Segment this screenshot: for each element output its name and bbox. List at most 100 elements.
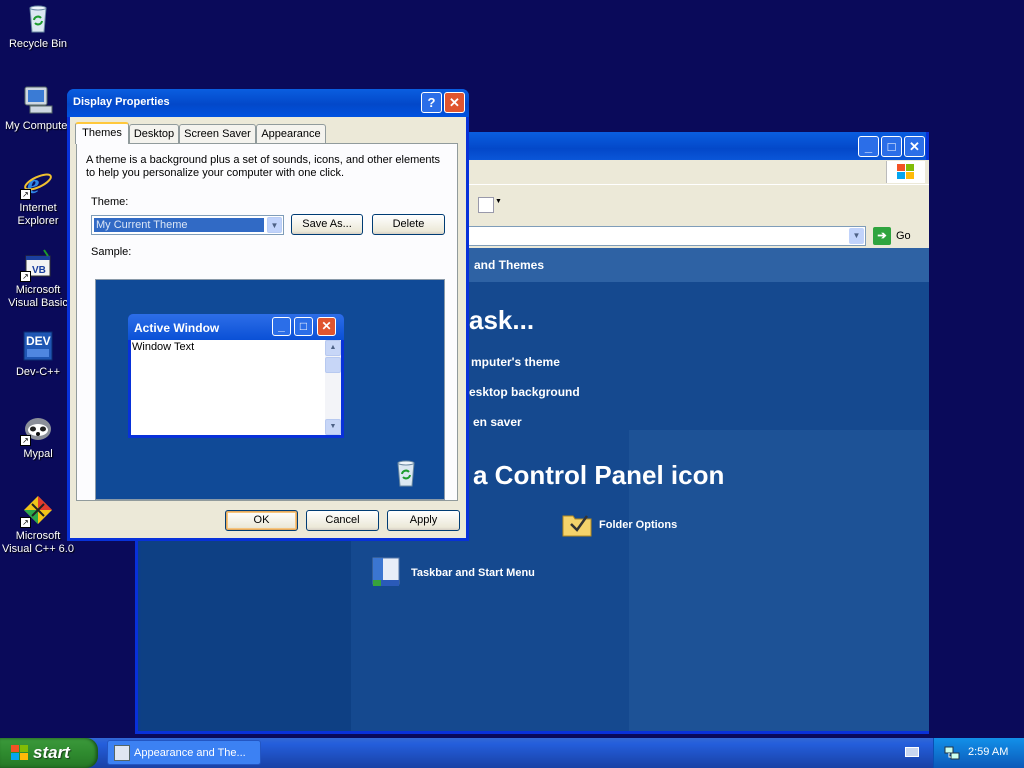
visual-cpp-icon: ↗ [20,494,54,528]
pick-icon-heading: a Control Panel icon [473,460,725,490]
scroll-up-icon: ▲ [325,340,341,356]
internet-explorer-icon: e ↗ [20,166,54,200]
start-label: start [33,743,70,762]
close-icon: ✕ [449,95,460,110]
menu-bar [468,160,929,184]
task-link-screen-saver[interactable]: en saver [473,415,522,429]
close-button[interactable]: ✕ [904,136,925,157]
dropdown-arrow-icon: ▼ [495,198,502,205]
desktop-icon-label: Microsoft Visual Basic 6.0 [8,284,68,309]
views-icon [478,197,494,213]
sample-window-title: Active Window [134,321,220,335]
taskbar: start Appearance and The... 2:59 AM [0,738,1024,768]
scroll-thumb [325,357,341,373]
keyboard-icon[interactable] [905,747,919,757]
tab-themes[interactable]: Themes [75,122,129,144]
save-as-button[interactable]: Save As... [291,214,363,235]
views-button[interactable]: ▼ [476,193,502,215]
control-panel-icon [114,745,130,761]
desktop-icon-label: Recycle Bin [8,38,68,50]
desktop-icon-mypal[interactable]: ↗ Mypal [0,412,76,461]
taskbar-start-menu-label: Taskbar and Start Menu [411,567,535,579]
tab-appearance[interactable]: Appearance [256,124,326,143]
my-computer-icon [22,84,54,116]
control-panel-item-folder-options[interactable]: Folder Options [561,510,721,540]
pick-task-heading: ask... [469,305,535,335]
svg-text:DEV: DEV [26,334,51,348]
address-bar: ▼ ➔ Go [468,224,929,248]
desktop-icon-recycle-bin[interactable]: Recycle Bin [0,2,76,51]
taskbar-button-appearance[interactable]: Appearance and The... [107,740,261,765]
recycle-bin-icon [392,458,420,491]
desktop-icon-dev-cpp[interactable]: DEV Dev-C++ [0,330,76,379]
help-button[interactable]: ? [421,92,442,113]
minimize-button[interactable]: _ [858,136,879,157]
chevron-down-icon[interactable]: ▼ [267,217,282,233]
go-arrow-icon: ➔ [873,227,891,245]
desktop-icon-label: Mypal [23,448,53,460]
windows-logo-icon [886,161,925,183]
sample-window-titlebar: Active Window _ □ ✕ [128,314,344,340]
desktop-icon-visual-basic[interactable]: VB ↗ Microsoft Visual Basic 6.0 [0,248,76,310]
windows-logo-icon [10,744,30,767]
taskbar-start-menu-icon [371,556,403,591]
task-link-theme[interactable]: mputer's theme [471,355,560,369]
sample-label: Sample: [91,246,132,258]
mypal-icon: ↗ [20,412,54,446]
visual-basic-icon: VB ↗ [20,248,54,282]
tab-screen-saver[interactable]: Screen Saver [179,124,256,143]
system-tray: 2:59 AM [933,738,1024,768]
network-icon[interactable] [944,745,960,764]
control-panel-item-taskbar[interactable]: Taskbar and Start Menu [371,556,571,590]
cancel-button[interactable]: Cancel [306,510,379,531]
maximize-button[interactable]: □ [881,136,902,157]
dialog-title: Display Properties [73,96,170,108]
theme-select-value: My Current Theme [94,218,264,232]
address-dropdown-button[interactable]: ▼ [849,228,864,244]
go-label: Go [896,230,911,242]
folder-options-label: Folder Options [599,519,678,531]
help-icon: ? [427,95,436,110]
shortcut-arrow-icon: ↗ [20,271,31,282]
shortcut-arrow-icon: ↗ [20,517,31,528]
recycle-bin-icon [22,2,54,34]
svg-text:VB: VB [32,265,46,276]
desktop-icon-visual-cpp[interactable]: ↗ Microsoft Visual C++ 6.0 [0,494,76,556]
desktop-icon-label: Microsoft Visual C++ 6.0 [2,530,74,555]
themes-description: A theme is a background plus a set of so… [86,154,441,179]
sample-window-client: Window Text ▲ ▼ [131,340,341,435]
toolbar: ▼ [468,184,929,225]
delete-button[interactable]: Delete [372,214,445,235]
apply-button[interactable]: Apply [387,510,460,531]
theme-sample-preview: Active Window _ □ ✕ Window Text ▲ ▼ [95,279,445,500]
desktop-icon-label: Internet Explorer [17,202,59,227]
shortcut-arrow-icon: ↗ [20,189,31,200]
desktop-icon-label: Dev-C++ [15,366,61,378]
theme-select[interactable]: My Current Theme ▼ [91,215,284,235]
clock[interactable]: 2:59 AM [968,746,1008,758]
task-link-desktop-background[interactable]: esktop background [469,385,580,399]
desktop-icon-label: My Computer [4,120,72,132]
category-title: and Themes [474,258,545,272]
close-button[interactable]: ✕ [444,92,465,113]
address-input[interactable]: ▼ [468,226,866,246]
tab-desktop[interactable]: Desktop [129,124,179,143]
taskbar-button-label: Appearance and The... [134,747,246,759]
folder-options-icon [561,510,593,541]
sample-window-text: Window Text [132,341,195,353]
start-button[interactable]: start [0,738,98,768]
dialog-titlebar[interactable]: Display Properties ? ✕ [67,89,469,117]
ok-button[interactable]: OK [225,510,298,531]
minimize-icon: _ [272,317,291,336]
sample-scrollbar: ▲ ▼ [325,340,341,435]
scroll-down-icon: ▼ [325,419,341,435]
desktop-icon-my-computer[interactable]: My Computer [0,84,76,133]
desktop-icon-internet-explorer[interactable]: e ↗ Internet Explorer [0,166,76,228]
dev-cpp-icon: DEV [22,330,54,362]
maximize-icon: □ [294,317,313,336]
display-properties-dialog[interactable]: Display Properties ? ✕ Themes Desktop Sc… [67,89,469,541]
go-button[interactable]: ➔ Go [872,226,926,246]
sample-active-window: Active Window _ □ ✕ Window Text ▲ ▼ [128,314,344,438]
themes-tab-panel: A theme is a background plus a set of so… [76,143,458,501]
close-icon: ✕ [317,317,336,336]
